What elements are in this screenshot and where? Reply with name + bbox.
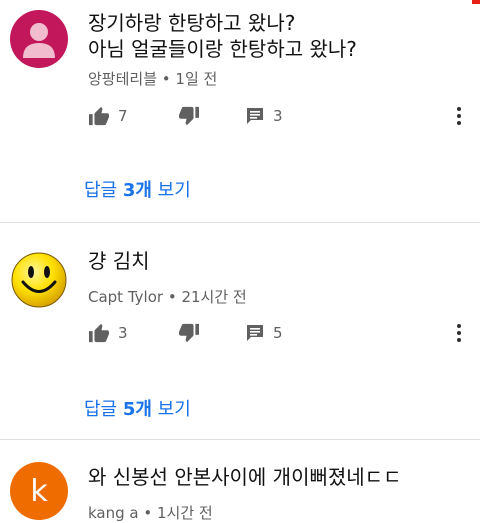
- comment-item: 걍 김치 Capt Tylor • 21시간 전 3 5 답글 5개 보기: [0, 223, 480, 439]
- comment-author[interactable]: kang a: [88, 504, 139, 522]
- comment-time: 21시간 전: [181, 288, 247, 306]
- view-replies-link[interactable]: 답글 3개 보기: [84, 176, 191, 202]
- like-count: 3: [118, 324, 128, 342]
- thumbs-up-icon: [89, 323, 109, 343]
- reply-count: 3: [273, 107, 283, 125]
- meta-separator: •: [163, 288, 182, 306]
- person-avatar-icon: [23, 23, 55, 58]
- avatar[interactable]: [10, 10, 68, 68]
- reply-button[interactable]: 5: [245, 323, 283, 343]
- comment-meta: 앙팡테리블 • 1일 전: [88, 68, 217, 89]
- avatar[interactable]: [10, 251, 68, 309]
- comment-text: 장기하랑 한탕하고 왔나? 아님 얼굴들이랑 한탕하고 왔나?: [88, 11, 357, 61]
- comment-time: 1일 전: [175, 70, 218, 88]
- meta-separator: •: [138, 504, 157, 522]
- more-vert-icon: [457, 324, 461, 342]
- comment-time: 1시간 전: [157, 504, 213, 522]
- comment-item: 장기하랑 한탕하고 왔나? 아님 얼굴들이랑 한탕하고 왔나? 앙팡테리블 • …: [0, 0, 480, 222]
- like-button[interactable]: 3: [88, 323, 128, 343]
- comment-actions: 3 5: [88, 323, 480, 351]
- thumbs-down-icon: [179, 323, 199, 343]
- comment-icon: [247, 325, 263, 341]
- comment-icon: [247, 108, 263, 124]
- like-count: 7: [118, 107, 128, 125]
- comment-item: k 와 신봉선 안본사이에 개이뻐졌네ㄷㄷ kang a • 1시간 전: [0, 440, 480, 522]
- thumbs-down-icon: [179, 106, 199, 126]
- comment-author[interactable]: 앙팡테리블: [88, 70, 157, 88]
- more-options-button[interactable]: [456, 106, 462, 126]
- replies-count: 5개: [122, 399, 152, 420]
- comment-text: 걍 김치: [88, 249, 150, 273]
- replies-prefix: 답글: [84, 180, 123, 201]
- like-button[interactable]: 7: [88, 106, 128, 126]
- more-options-button[interactable]: [456, 323, 462, 343]
- reply-count: 5: [273, 324, 283, 342]
- view-replies-link[interactable]: 답글 5개 보기: [84, 395, 191, 421]
- replies-suffix: 보기: [151, 180, 191, 201]
- avatar[interactable]: k: [10, 462, 68, 520]
- replies-count: 3개: [122, 180, 152, 201]
- replies-suffix: 보기: [151, 399, 191, 420]
- comment-meta: Capt Tylor • 21시간 전: [88, 286, 247, 307]
- more-vert-icon: [457, 107, 461, 125]
- replies-prefix: 답글: [84, 399, 123, 420]
- comment-actions: 7 3: [88, 106, 480, 134]
- smiley-avatar-icon: [11, 252, 67, 308]
- comment-text: 와 신봉선 안본사이에 개이뻐졌네ㄷㄷ: [88, 465, 402, 489]
- reply-button[interactable]: 3: [245, 106, 283, 126]
- dislike-button[interactable]: [178, 323, 200, 343]
- thumbs-up-icon: [89, 106, 109, 126]
- meta-separator: •: [157, 70, 176, 88]
- avatar-letter: k: [30, 473, 48, 509]
- dislike-button[interactable]: [178, 106, 200, 126]
- comment-author[interactable]: Capt Tylor: [88, 288, 163, 306]
